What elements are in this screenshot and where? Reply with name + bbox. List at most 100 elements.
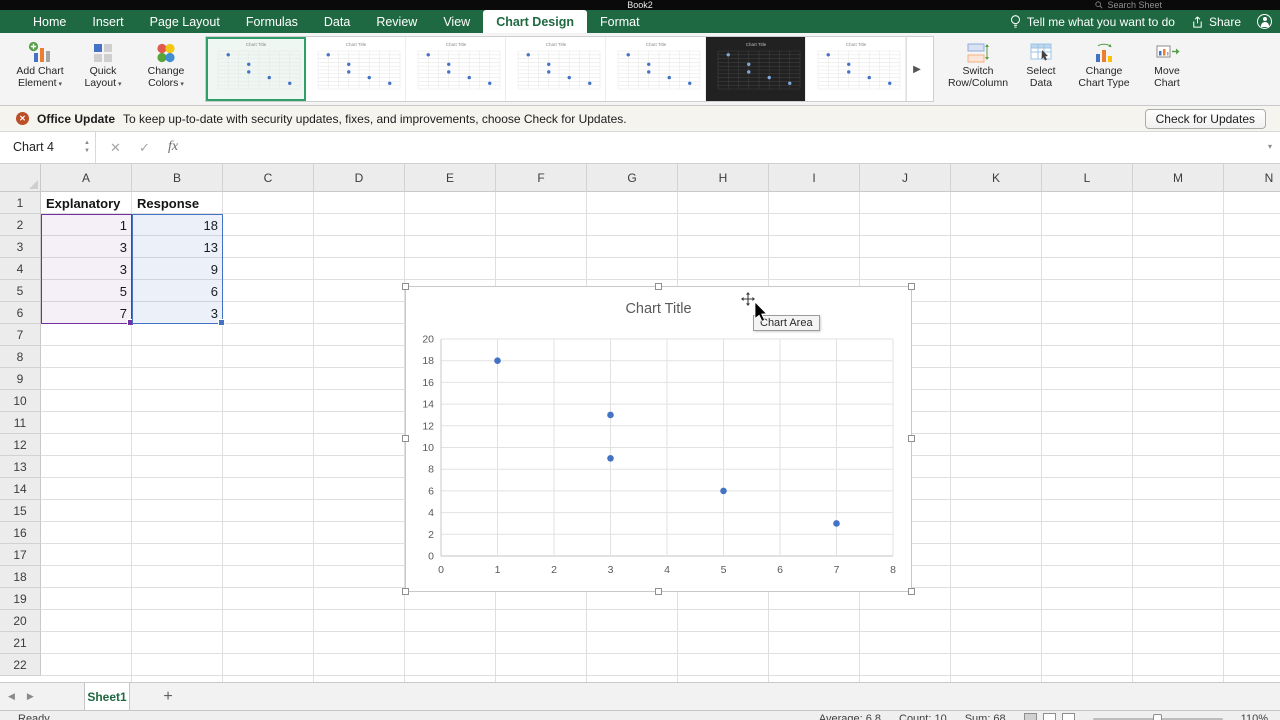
add-sheet-button[interactable]: + xyxy=(158,683,178,710)
chart-object[interactable]: Chart Title 0 2 4 6 8 10 12 14 16 18 20 0 1 2 3 4 5 6 7 8 xyxy=(402,283,915,595)
gallery-more-button[interactable]: ▶ xyxy=(906,37,927,101)
cell-A2[interactable]: 1 xyxy=(41,214,132,236)
row-header-9[interactable]: 9 xyxy=(0,368,41,390)
column-header-E[interactable]: E xyxy=(405,164,496,192)
change-chart-type-button[interactable]: Change Chart Type xyxy=(1074,37,1134,89)
row-header-3[interactable]: 3 xyxy=(0,236,41,258)
cell-A1[interactable]: Explanatory xyxy=(41,192,132,214)
row-header-20[interactable]: 20 xyxy=(0,610,41,632)
sheet-tab-sheet1[interactable]: Sheet1 xyxy=(84,683,130,710)
row-header-18[interactable]: 18 xyxy=(0,566,41,588)
column-header-B[interactable]: B xyxy=(132,164,223,192)
column-header-C[interactable]: C xyxy=(223,164,314,192)
select-all-corner[interactable] xyxy=(0,164,41,192)
chart-resize-handle[interactable] xyxy=(908,435,915,442)
row-header-11[interactable]: 11 xyxy=(0,412,41,434)
row-header-7[interactable]: 7 xyxy=(0,324,41,346)
chart-style-thumb-5[interactable]: Chart Title xyxy=(606,37,706,101)
row-header-14[interactable]: 14 xyxy=(0,478,41,500)
cell-B5[interactable]: 6 xyxy=(132,280,223,302)
row-header-1[interactable]: 1 xyxy=(0,192,41,214)
tab-page-layout[interactable]: Page Layout xyxy=(137,10,233,33)
chart-style-thumb-1[interactable]: Chart Title xyxy=(206,37,306,101)
chart-style-thumb-2[interactable]: Chart Title xyxy=(306,37,406,101)
column-header-N[interactable]: N xyxy=(1224,164,1280,192)
chart-title[interactable]: Chart Title xyxy=(406,301,911,317)
row-header-5[interactable]: 5 xyxy=(0,280,41,302)
cell-B1[interactable]: Response xyxy=(132,192,223,214)
row-header-8[interactable]: 8 xyxy=(0,346,41,368)
cell-B4[interactable]: 9 xyxy=(132,258,223,280)
column-header-H[interactable]: H xyxy=(678,164,769,192)
row-header-22[interactable]: 22 xyxy=(0,654,41,676)
chart-resize-handle[interactable] xyxy=(402,435,409,442)
chart-resize-handle[interactable] xyxy=(654,588,662,595)
row-header-17[interactable]: 17 xyxy=(0,544,41,566)
cell-A3[interactable]: 3 xyxy=(41,236,132,258)
name-box[interactable]: Chart 4 ▲ ▼ xyxy=(0,132,96,163)
tab-data[interactable]: Data xyxy=(311,10,363,33)
account-avatar[interactable] xyxy=(1257,14,1272,29)
select-data-button[interactable]: Select Data xyxy=(1011,37,1071,89)
tab-view[interactable]: View xyxy=(430,10,483,33)
move-chart-button[interactable]: Move Chart xyxy=(1137,37,1197,89)
row-header-21[interactable]: 21 xyxy=(0,632,41,654)
tell-me-box[interactable]: Tell me what you want to do xyxy=(1009,14,1175,30)
chart-style-thumb-7[interactable]: Chart Title xyxy=(806,37,906,101)
chart-resize-handle[interactable] xyxy=(908,588,915,595)
column-header-G[interactable]: G xyxy=(587,164,678,192)
normal-view-icon[interactable] xyxy=(1023,713,1037,720)
row-header-19[interactable]: 19 xyxy=(0,588,41,610)
column-header-D[interactable]: D xyxy=(314,164,405,192)
add-chart-element-button[interactable]: Add Chart Element ▾ xyxy=(10,37,70,90)
column-header-A[interactable]: A xyxy=(41,164,132,192)
row-header-15[interactable]: 15 xyxy=(0,500,41,522)
cell-A4[interactable]: 3 xyxy=(41,258,132,280)
cell-B3[interactable]: 13 xyxy=(132,236,223,258)
prev-sheet-button[interactable]: ◀ xyxy=(8,691,15,702)
tab-format[interactable]: Format xyxy=(587,10,653,33)
switch-row-column-button[interactable]: Switch Row/Column xyxy=(948,37,1008,89)
cell-B6[interactable]: 3 xyxy=(132,302,223,324)
column-header-F[interactable]: F xyxy=(496,164,587,192)
column-header-J[interactable]: J xyxy=(860,164,951,192)
tab-home[interactable]: Home xyxy=(20,10,79,33)
tab-review[interactable]: Review xyxy=(363,10,430,33)
confirm-entry-icon[interactable]: ✓ xyxy=(139,140,150,156)
row-header-4[interactable]: 4 xyxy=(0,258,41,280)
tab-formulas[interactable]: Formulas xyxy=(233,10,311,33)
row-header-10[interactable]: 10 xyxy=(0,390,41,412)
insert-function-button[interactable]: fx xyxy=(168,139,178,155)
chart-resize-handle[interactable] xyxy=(654,283,662,290)
check-for-updates-button[interactable]: Check for Updates xyxy=(1144,109,1266,129)
change-colors-button[interactable]: Change Colors ▾ xyxy=(136,37,196,90)
cell-A6[interactable]: 7 xyxy=(41,302,132,324)
chart-style-thumb-4[interactable]: Chart Title xyxy=(506,37,606,101)
row-header-6[interactable]: 6 xyxy=(0,302,41,324)
column-header-L[interactable]: L xyxy=(1042,164,1133,192)
name-box-stepper[interactable]: ▲ ▼ xyxy=(84,139,90,155)
page-layout-view-icon[interactable] xyxy=(1042,713,1056,720)
zoom-knob[interactable] xyxy=(1152,714,1162,720)
row-header-13[interactable]: 13 xyxy=(0,456,41,478)
row-header-2[interactable]: 2 xyxy=(0,214,41,236)
quick-layout-button[interactable]: Quick Layout ▾ xyxy=(73,37,133,90)
page-break-view-icon[interactable] xyxy=(1061,713,1075,720)
chart-style-thumb-6[interactable]: Chart Title xyxy=(706,37,806,101)
chart-style-thumb-3[interactable]: Chart Title xyxy=(406,37,506,101)
tab-chart-design[interactable]: Chart Design xyxy=(483,10,587,33)
share-button[interactable]: Share xyxy=(1191,15,1241,29)
column-header-M[interactable]: M xyxy=(1133,164,1224,192)
row-header-16[interactable]: 16 xyxy=(0,522,41,544)
chart-resize-handle[interactable] xyxy=(402,283,409,290)
chart-resize-handle[interactable] xyxy=(908,283,915,290)
next-sheet-button[interactable]: ▶ xyxy=(27,691,34,702)
column-header-I[interactable]: I xyxy=(769,164,860,192)
cell-B2[interactable]: 18 xyxy=(132,214,223,236)
row-header-12[interactable]: 12 xyxy=(0,434,41,456)
search-sheet-box[interactable]: Search Sheet xyxy=(1095,0,1162,10)
chart-resize-handle[interactable] xyxy=(402,588,409,595)
cell-A5[interactable]: 5 xyxy=(41,280,132,302)
cancel-entry-icon[interactable]: ✕ xyxy=(110,140,121,156)
tab-insert[interactable]: Insert xyxy=(79,10,136,33)
